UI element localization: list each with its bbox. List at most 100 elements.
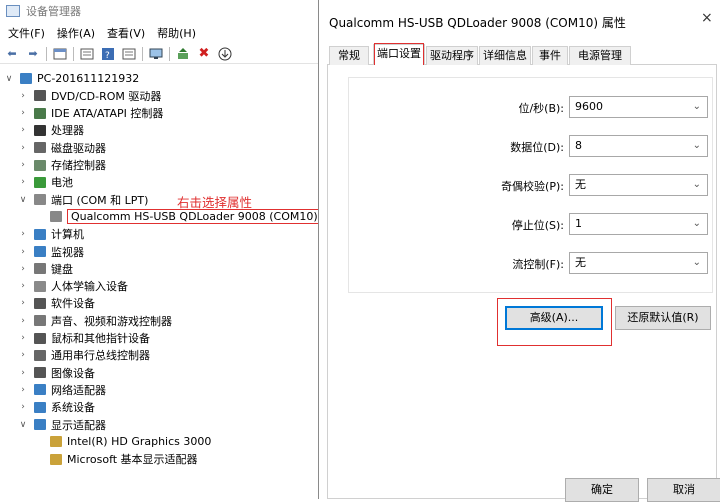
menu-action[interactable]: 操作(A) [57, 25, 95, 41]
stop-bits-row: 停止位(S): 1 ⌄ [349, 213, 714, 237]
tree-category[interactable]: › DVD/CD-ROM 驱动器 [18, 87, 161, 104]
tree-category[interactable]: › 鼠标和其他指针设备 [18, 330, 150, 347]
tree-category[interactable]: › 系统设备 [18, 399, 95, 416]
adapter-icon [50, 453, 62, 465]
port-icon [50, 211, 62, 223]
data-bits-label: 数据位(D): [510, 141, 564, 154]
chevron-right-icon[interactable]: › [18, 333, 28, 343]
tree-item-display-adapter[interactable]: Microsoft 基本显示适配器 [34, 451, 198, 468]
chevron-down-icon[interactable]: ∨ [18, 195, 28, 205]
tree-item-label: 显示适配器 [51, 418, 106, 432]
chevron-right-icon[interactable]: › [18, 368, 28, 378]
chevron-down-icon[interactable]: ∨ [4, 74, 14, 84]
forward-arrow-icon[interactable]: ➡ [25, 47, 41, 61]
chevron-right-icon[interactable]: › [18, 316, 28, 326]
chevron-right-icon[interactable]: › [18, 177, 28, 187]
menu-file[interactable]: 文件(F) [8, 25, 45, 41]
storage-icon [34, 159, 46, 171]
chevron-right-icon[interactable]: › [18, 264, 28, 274]
details-icon[interactable] [121, 47, 137, 61]
chevron-right-icon[interactable]: › [18, 298, 28, 308]
menu-help[interactable]: 帮助(H) [157, 25, 196, 41]
tab-power-management[interactable]: 电源管理 [569, 46, 631, 65]
dvd-icon [34, 90, 46, 102]
show-hidden-icon[interactable] [79, 47, 95, 61]
tree-item-display-adapter[interactable]: Intel(R) HD Graphics 3000 [34, 433, 211, 450]
data-bits-select[interactable]: 8 ⌄ [569, 135, 708, 157]
chevron-right-icon[interactable]: › [18, 247, 28, 257]
tree-item-label: PC-201611121932 [37, 72, 140, 85]
tree-category[interactable]: › 人体学输入设备 [18, 278, 128, 295]
stop-bits-label: 停止位(S): [511, 219, 564, 232]
menu-bar: 文件(F) 操作(A) 查看(V) 帮助(H) [0, 24, 200, 42]
update-driver-icon[interactable] [175, 47, 191, 61]
ok-button[interactable]: 确定 [565, 478, 639, 502]
tree-item-label: 人体学输入设备 [51, 280, 128, 294]
sound-icon [34, 315, 46, 327]
chevron-right-icon[interactable]: › [18, 229, 28, 239]
menu-view[interactable]: 查看(V) [107, 25, 145, 41]
tree-category[interactable]: › 键盘 [18, 260, 73, 277]
tree-category[interactable]: › 图像设备 [18, 364, 95, 381]
tab-general[interactable]: 常规 [329, 46, 369, 65]
tree-category[interactable]: › 网络适配器 [18, 381, 106, 398]
help-icon[interactable]: ? [100, 47, 116, 61]
parity-select[interactable]: 无 ⌄ [569, 174, 708, 196]
tree-category[interactable]: › 电池 [18, 174, 73, 191]
chevron-right-icon[interactable]: › [18, 143, 28, 153]
tab-details[interactable]: 详细信息 [479, 46, 531, 65]
tab-events[interactable]: 事件 [532, 46, 568, 65]
tree-category[interactable]: › 计算机 [18, 226, 84, 243]
flow-control-select[interactable]: 无 ⌄ [569, 252, 708, 274]
tree-item-label: 电池 [51, 176, 73, 190]
tree-item-label: Microsoft 基本显示适配器 [67, 453, 198, 467]
port-settings-panel: 位/秒(B): 9600 ⌄ 数据位(D): 8 ⌄ 奇偶校验(P): 无 ⌄ 停止位… [327, 65, 717, 499]
hid-icon [34, 280, 46, 292]
computer-icon [34, 228, 46, 240]
tree-category[interactable]: › 软件设备 [18, 295, 95, 312]
tree-category[interactable]: › 处理器 [18, 122, 84, 139]
monitor-icon [34, 246, 46, 257]
port-icon [34, 194, 46, 206]
tab-driver[interactable]: 驱动程序 [426, 46, 478, 65]
computer-root-icon [20, 73, 32, 84]
restore-defaults-button[interactable]: 还原默认值(R) [615, 306, 711, 330]
tree-category[interactable]: › 声音、视频和游戏控制器 [18, 312, 172, 329]
chevron-down-icon[interactable]: ∨ [18, 420, 28, 430]
tree-item-label: 系统设备 [51, 401, 95, 415]
baud-rate-select[interactable]: 9600 ⌄ [569, 96, 708, 118]
tree-category[interactable]: ∨ 显示适配器 [18, 416, 106, 433]
download-circle-icon[interactable] [217, 47, 233, 61]
tree-category[interactable]: › 存储控制器 [18, 157, 106, 174]
properties-icon[interactable] [52, 47, 68, 61]
camera-icon [34, 367, 46, 379]
tree-item-label: DVD/CD-ROM 驱动器 [51, 89, 162, 103]
chevron-right-icon[interactable]: › [18, 350, 28, 360]
chevron-right-icon[interactable]: › [18, 402, 28, 412]
baud-rate-value: 9600 [575, 100, 603, 113]
tree-category[interactable]: › 监视器 [18, 243, 84, 260]
chevron-right-icon[interactable]: › [18, 385, 28, 395]
chevron-right-icon[interactable]: › [18, 281, 28, 291]
chevron-right-icon[interactable]: › [18, 125, 28, 135]
tree-category[interactable]: ∨ 端口 (COM 和 LPT) [18, 191, 149, 208]
chevron-right-icon[interactable]: › [18, 160, 28, 170]
data-bits-row: 数据位(D): 8 ⌄ [349, 135, 714, 159]
back-arrow-icon[interactable]: ⬅ [4, 47, 20, 61]
tree-item-label: IDE ATA/ATAPI 控制器 [51, 107, 164, 121]
tree-category[interactable]: › 通用串行总线控制器 [18, 347, 150, 364]
advanced-button[interactable]: 高级(A)... [505, 306, 603, 330]
svg-text:?: ? [105, 51, 110, 60]
close-icon[interactable]: × [701, 10, 713, 26]
stop-bits-select[interactable]: 1 ⌄ [569, 213, 708, 235]
tree-root[interactable]: ∨ PC-201611121932 [4, 70, 140, 87]
flow-control-value: 无 [575, 256, 586, 269]
scan-monitor-icon[interactable] [148, 47, 164, 61]
cancel-button[interactable]: 取消 [647, 478, 720, 502]
chevron-right-icon[interactable]: › [18, 108, 28, 118]
uninstall-x-icon[interactable]: ✖ [196, 46, 212, 61]
chevron-right-icon[interactable]: › [18, 91, 28, 101]
tree-category[interactable]: › 磁盘驱动器 [18, 139, 106, 156]
tree-category[interactable]: › IDE ATA/ATAPI 控制器 [18, 105, 163, 122]
chevron-down-icon: ⌄ [692, 140, 701, 151]
